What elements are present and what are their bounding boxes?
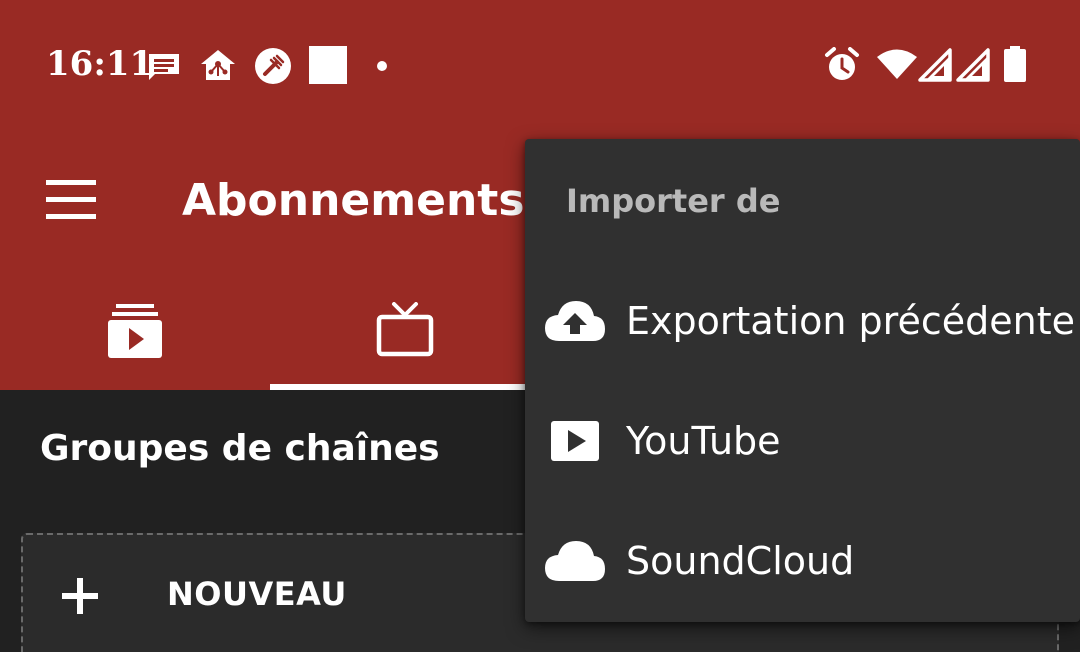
import-menu: Importer de Exportation précédente YouTu… — [525, 139, 1080, 622]
menu-item-label: SoundCloud — [626, 539, 855, 583]
menu-item-youtube[interactable]: YouTube — [525, 381, 1080, 501]
square-icon — [309, 46, 347, 84]
signal-icon — [956, 48, 990, 82]
home-network-icon — [201, 50, 235, 80]
new-group-label: NOUVEAU — [167, 575, 347, 613]
wifi-icon — [877, 49, 917, 79]
tv-icon — [376, 302, 434, 357]
battery-icon — [1004, 46, 1026, 82]
menu-item-label: Exportation précédente — [626, 299, 1075, 343]
menu-item-label: YouTube — [626, 419, 781, 463]
dot-icon — [377, 61, 387, 71]
tab-feed[interactable] — [0, 270, 270, 390]
plus-icon — [62, 578, 98, 614]
tool-icon — [255, 48, 291, 84]
menu-item-previous-export[interactable]: Exportation précédente — [525, 261, 1080, 381]
status-time: 16:11 — [46, 44, 154, 84]
alarm-icon — [825, 47, 859, 80]
menu-item-soundcloud[interactable]: SoundCloud — [525, 501, 1080, 621]
section-title: Groupes de chaînes — [40, 428, 440, 469]
import-menu-header: Importer de — [566, 182, 781, 220]
soundcloud-icon — [545, 541, 605, 581]
feed-icon — [108, 304, 162, 358]
page-title: Abonnements — [182, 175, 525, 226]
message-icon — [149, 54, 179, 80]
tab-indicator — [270, 384, 540, 390]
tab-subscriptions[interactable] — [270, 270, 540, 390]
signal-icon — [918, 48, 952, 82]
app-screen: 16:11 Abonnements Groupes de chaînes NOU… — [0, 0, 1080, 652]
hamburger-menu-icon[interactable] — [44, 178, 98, 222]
youtube-icon — [551, 421, 599, 461]
cloud-upload-icon — [545, 301, 605, 341]
